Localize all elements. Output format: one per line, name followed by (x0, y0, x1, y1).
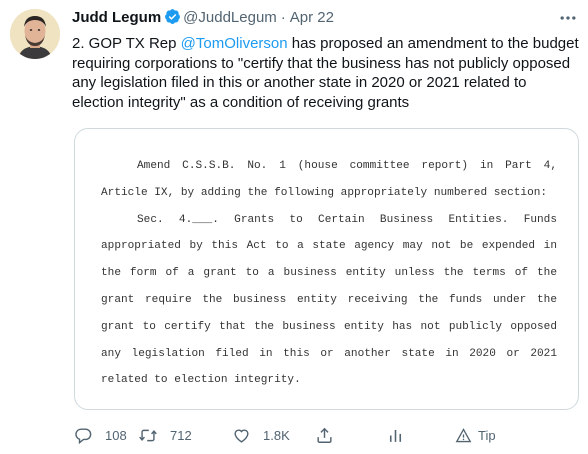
tweet-text: 2. GOP TX Rep @TomOliverson has proposed… (72, 34, 582, 112)
analytics-icon (386, 426, 405, 445)
tweet-header: Judd Legum @JuddLegum · Apr 22 (72, 8, 334, 31)
action-bar: 108 712 1.8K Tip (72, 424, 582, 446)
reply-button[interactable]: 108 (74, 424, 127, 446)
retweet-icon (138, 426, 158, 445)
heart-icon (232, 426, 251, 445)
tip-icon (455, 427, 472, 444)
analytics-button[interactable] (386, 424, 405, 446)
reply-icon (74, 426, 93, 445)
avatar-image (10, 9, 60, 59)
avatar[interactable] (10, 9, 60, 59)
tweet-text-prefix: 2. GOP TX Rep (72, 35, 181, 52)
share-button[interactable] (315, 424, 334, 446)
document-text: Amend C.S.S.B. No. 1 (house committee re… (101, 153, 557, 394)
document-paragraph: Sec. 4.___. Grants to Certain Business E… (101, 213, 557, 387)
retweet-button[interactable]: 712 (138, 424, 192, 446)
like-count: 1.8K (263, 427, 290, 443)
tip-button[interactable]: Tip (455, 424, 496, 446)
author-name[interactable]: Judd Legum (72, 9, 161, 26)
like-button[interactable]: 1.8K (232, 424, 290, 446)
document-paragraph: Amend C.S.S.B. No. 1 (house committee re… (101, 160, 557, 199)
more-options-icon[interactable] (556, 8, 580, 28)
author-handle[interactable]: @JuddLegum (183, 9, 277, 26)
tweet-date[interactable]: Apr 22 (290, 9, 334, 26)
reply-count: 108 (105, 427, 127, 443)
retweet-count: 712 (170, 427, 192, 443)
share-icon (315, 426, 334, 445)
separator-dot: · (280, 9, 286, 26)
document-image[interactable]: Amend C.S.S.B. No. 1 (house committee re… (74, 128, 579, 410)
tip-label: Tip (478, 427, 496, 443)
tweet[interactable]: Judd Legum @JuddLegum · Apr 22 2. GOP TX Re… (0, 0, 588, 454)
mention-link[interactable]: @TomOliverson (181, 35, 288, 52)
verified-badge-icon (164, 8, 181, 31)
